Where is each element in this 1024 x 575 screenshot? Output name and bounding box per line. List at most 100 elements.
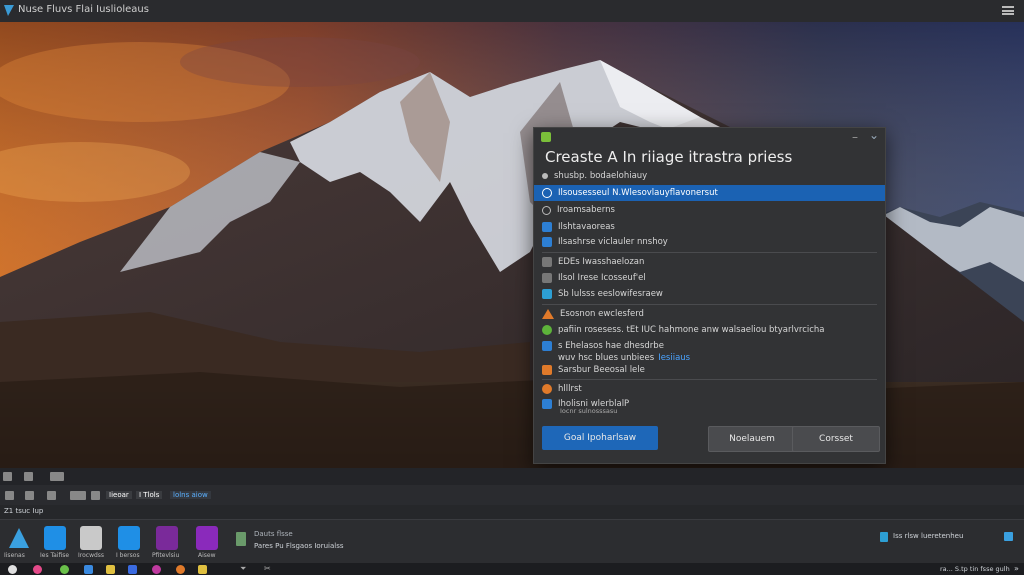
option-label: Esosnon ewclesferd (560, 309, 644, 319)
taskbar-icon[interactable] (33, 565, 42, 574)
tray-app-icon[interactable] (880, 532, 888, 542)
option-label: Sarsbur Beeosal lele (558, 365, 645, 375)
option-label: hlllrst (558, 384, 582, 394)
panel-tag[interactable]: lolns aiow (170, 491, 211, 499)
option-row[interactable]: shusbp. bodaelohiauy (542, 168, 881, 184)
taskbar-status: ra... S.tp tin fsse gulh (940, 565, 1010, 573)
option-row[interactable]: hlllrst (542, 381, 881, 397)
photo-icon (542, 289, 552, 299)
image-icon (542, 257, 552, 267)
taskbar-icon[interactable] (176, 565, 185, 574)
taskbar-icon[interactable] (128, 565, 137, 574)
option-label: Sb lulsss eeslowifesraew (558, 289, 663, 299)
dock-label: Ies Taifise (40, 552, 70, 559)
panel-tabs: Iieoar I Tlols lolns aiow (0, 485, 1024, 505)
option-row[interactable]: EDEs Iwasshaelozan (542, 254, 881, 270)
taskbar-icon[interactable] (152, 565, 161, 574)
dot-icon (542, 205, 551, 215)
section-label: Z1 tsuc Iup (4, 507, 44, 515)
panel-tag[interactable]: Iieoar (106, 491, 132, 499)
dot-icon (542, 173, 548, 179)
option-row[interactable]: Ilsol Irese Icosseuf'el (542, 270, 881, 286)
chevron-right-icon[interactable]: » (1014, 564, 1019, 573)
file-icon[interactable] (236, 532, 246, 546)
option-row[interactable]: pafiin rosesess. tEt IUC hahmone anw wal… (542, 322, 881, 338)
option-row[interactable]: Esosnon ewclesferd (542, 306, 881, 322)
file-icon[interactable] (91, 491, 100, 500)
globe-icon (542, 188, 552, 198)
option-row[interactable]: Ilshtavaoreas (542, 219, 881, 235)
dock-label: Pfitevlsiu (152, 552, 180, 559)
divider (542, 252, 877, 253)
option-label: Iroamsaberns (557, 205, 615, 215)
divider (542, 304, 877, 305)
create-dialog: – ⌄ Creaste A In riiage itrastra priess … (533, 127, 886, 464)
app-dock-item[interactable] (196, 526, 218, 550)
option-row-selected[interactable]: Ilsousesseul N.Wlesovlauyflavonersut (534, 185, 885, 201)
app-dock-item[interactable] (80, 526, 102, 550)
image-icon (542, 273, 552, 283)
scissors-icon[interactable]: ✂ (264, 564, 271, 573)
panel-icon[interactable] (24, 472, 33, 481)
option-row[interactable]: Sb lulsss eeslowifesraew (542, 286, 881, 302)
app-dock-item[interactable] (8, 526, 30, 550)
dock-label: Iisenas (4, 552, 25, 559)
file-icon[interactable] (70, 491, 86, 500)
dialog-title: Creaste A In riiage itrastra priess (545, 148, 793, 166)
taskbar: ⏷ ✂ ra... S.tp tin fsse gulh » (0, 563, 1024, 575)
dock-label: I bersos (116, 552, 140, 559)
option-label: Ilsol Irese Icosseuf'el (558, 273, 646, 283)
app-icon (542, 237, 552, 247)
badge-icon (542, 399, 552, 409)
chevron-down-icon[interactable]: ⌄ (869, 128, 879, 142)
primary-button[interactable]: Goal Ipoharlsaw (542, 426, 658, 450)
warning-icon (542, 309, 554, 319)
option-label: Ilsashrse viclauler nnshoy (558, 237, 668, 247)
app-dock-item[interactable] (118, 526, 140, 550)
brush-icon (542, 365, 552, 375)
window-title: Nuse Fluvs Flai Iuslioleaus (18, 4, 149, 15)
section-strip: Z1 tsuc Iup (0, 505, 1024, 519)
divider (542, 379, 877, 380)
hamburger-menu-icon[interactable] (1002, 6, 1014, 15)
filter-icon[interactable]: ⏷ (240, 564, 246, 574)
app-icon (542, 222, 552, 232)
app-logo-icon (4, 5, 14, 16)
app-dock: Iisenas Ies Taifise Irocwdss I bersos Pf… (0, 519, 1024, 564)
taskbar-icon[interactable] (84, 565, 93, 574)
option-label: pafiin rosesess. tEt IUC hahmone anw wal… (558, 325, 825, 335)
panel-tag[interactable]: I Tlols (136, 491, 163, 499)
secondary-button[interactable]: Noelauem (708, 426, 796, 452)
option-row[interactable]: Iroamsaberns (542, 202, 881, 218)
file-icon[interactable] (47, 491, 56, 500)
cancel-button[interactable]: Corsset (792, 426, 880, 452)
file-icon[interactable] (5, 491, 14, 500)
dock-info: Pares Pu Flsgaos Ioruialss (254, 542, 344, 550)
option-sublabel: Iocnr sulnosssasu (560, 407, 618, 415)
app-dock-item[interactable] (44, 526, 66, 550)
option-row[interactable]: Ilsashrse viclauler nnshoy (542, 234, 881, 250)
minimize-icon[interactable]: – (852, 130, 858, 144)
taskbar-icon[interactable] (60, 565, 69, 574)
panel-toolbar (0, 468, 1024, 485)
option-label: shusbp. bodaelohiauy (554, 171, 648, 181)
title-bar: Nuse Fluvs Flai Iuslioleaus (0, 0, 1024, 22)
dock-label: Irocwdss (78, 552, 105, 559)
file-icon[interactable] (25, 491, 34, 500)
taskbar-icon[interactable] (8, 565, 17, 574)
option-label: Ilsousesseul N.Wlesovlauyflavonersut (558, 188, 718, 198)
dock-label: Aisew (198, 552, 216, 559)
panel-icon[interactable] (50, 472, 64, 481)
check-icon (542, 325, 552, 335)
tray-text: Iss rlsw lueretenheu (893, 532, 964, 540)
dock-info: Dauts flsse (254, 530, 293, 538)
taskbar-icon[interactable] (106, 565, 115, 574)
option-label: EDEs Iwasshaelozan (558, 257, 645, 267)
tray-icon[interactable] (1004, 532, 1013, 541)
dialog-app-icon (541, 132, 551, 142)
app-dock-item[interactable] (156, 526, 178, 550)
panel-icon[interactable] (3, 472, 12, 481)
option-row[interactable]: Sarsbur Beeosal lele (542, 362, 881, 378)
option-label: Ilshtavaoreas (558, 222, 615, 232)
taskbar-icon[interactable] (198, 565, 207, 574)
